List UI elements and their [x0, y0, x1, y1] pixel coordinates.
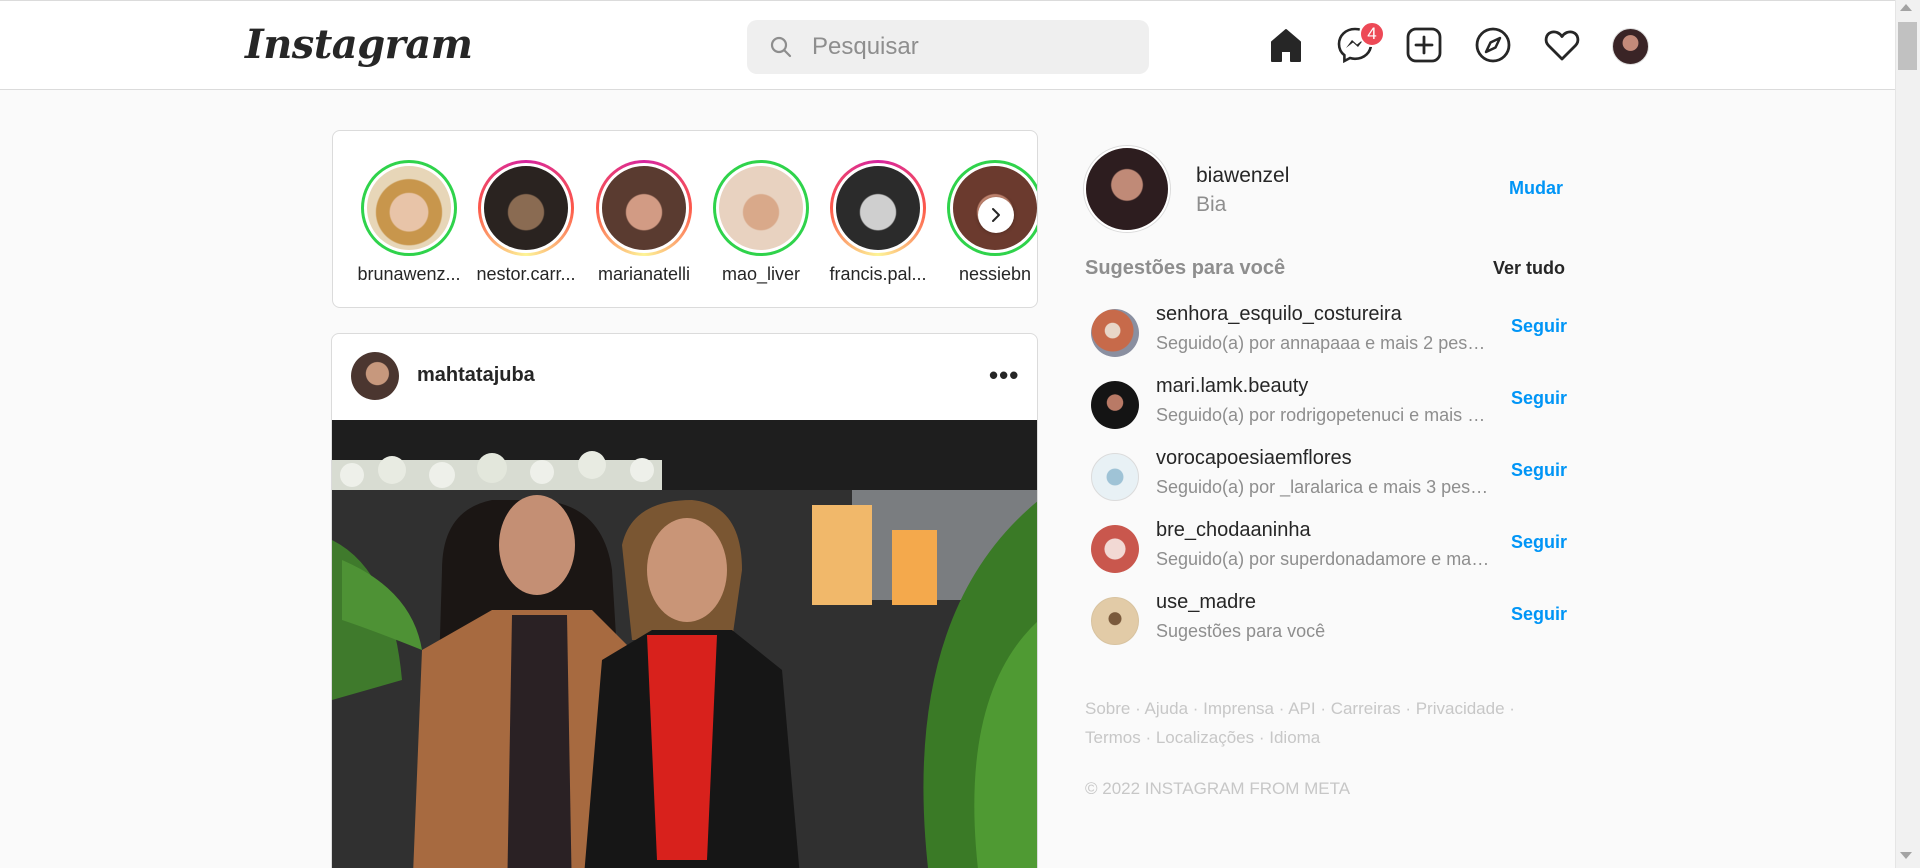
home-icon[interactable] [1266, 25, 1306, 65]
suggestion-subtitle: Seguido(a) por rodrigopetenuci e mais 1.… [1156, 405, 1492, 425]
notification-badge: 4 [1359, 21, 1385, 47]
current-user-username[interactable]: biawenzel [1196, 164, 1289, 188]
story-ring [478, 160, 574, 256]
follow-button[interactable]: Seguir [1511, 388, 1567, 409]
story-avatar [481, 163, 571, 253]
activity-heart-icon[interactable] [1542, 25, 1582, 65]
story-avatar [599, 163, 689, 253]
follow-button[interactable]: Seguir [1511, 604, 1567, 625]
scrollbar-thumb[interactable] [1898, 22, 1917, 70]
footer-link-language[interactable]: Idioma [1269, 728, 1320, 747]
instagram-logo[interactable]: Instagram [245, 21, 473, 68]
story-username: brunawenz... [357, 264, 461, 284]
more-options-icon[interactable]: ••• [989, 360, 1019, 391]
see-all-link[interactable]: Ver tudo [1493, 258, 1565, 279]
story-item[interactable]: marianatelli [589, 160, 699, 285]
story-username: mao_liver [721, 264, 801, 284]
search-input[interactable] [812, 20, 1132, 74]
story-ring [830, 160, 926, 256]
scrollbar-track[interactable] [1895, 0, 1920, 868]
story-ring [713, 160, 809, 256]
copyright-text: © 2022 INSTAGRAM FROM META [1085, 779, 1351, 798]
story-username: nestor.carr... [476, 264, 576, 284]
story-username: nessiebn [958, 264, 1032, 284]
suggestion-row: bre_chodaaninha Seguido(a) por superdona… [1091, 519, 1567, 579]
follow-button[interactable]: Seguir [1511, 532, 1567, 553]
footer-link-help[interactable]: Ajuda [1145, 699, 1188, 718]
footer-link-locations[interactable]: Localizações [1156, 728, 1254, 747]
post-photo-graphic [332, 420, 1037, 868]
suggestion-row: senhora_esquilo_costureira Seguido(a) po… [1091, 303, 1567, 363]
suggestion-avatar[interactable] [1091, 525, 1139, 573]
stories-tray: brunawenz... nestor.carr... marianatelli… [332, 130, 1038, 308]
story-ring [596, 160, 692, 256]
story-item[interactable]: mao_liver [706, 160, 816, 285]
suggestion-subtitle: Sugestões para você [1156, 621, 1326, 641]
story-avatar [716, 163, 806, 253]
story-ring [361, 160, 457, 256]
suggestion-avatar[interactable] [1091, 597, 1139, 645]
follow-button[interactable]: Seguir [1511, 460, 1567, 481]
suggestion-subtitle: Seguido(a) por annapaaa e mais 2 pessoas [1156, 333, 1492, 353]
post-author-username[interactable]: mahtatajuba [417, 364, 535, 387]
suggestion-username[interactable]: use_madre [1156, 591, 1256, 614]
feed-post: mahtatajuba ••• [331, 333, 1038, 868]
search-box[interactable] [747, 20, 1149, 74]
chevron-right-icon [992, 208, 1000, 222]
suggestion-username[interactable]: vorocapoesiaemflores [1156, 447, 1352, 470]
story-avatar [364, 163, 454, 253]
footer-link-press[interactable]: Imprensa [1203, 699, 1274, 718]
suggestion-row: use_madre Sugestões para você Seguir [1091, 591, 1567, 651]
suggestion-subtitle: Seguido(a) por superdonadamore e mais... [1156, 549, 1492, 569]
footer-link-privacy[interactable]: Privacidade [1416, 699, 1505, 718]
suggestion-subtitle: Seguido(a) por _laralarica e mais 3 pess… [1156, 477, 1492, 497]
switch-account-button[interactable]: Mudar [1509, 178, 1563, 199]
story-item[interactable]: nestor.carr... [471, 160, 581, 285]
suggestion-avatar[interactable] [1091, 381, 1139, 429]
profile-avatar-nav[interactable] [1612, 28, 1649, 65]
footer-link-terms[interactable]: Termos [1085, 728, 1141, 747]
story-username: marianatelli [597, 264, 691, 284]
scroll-down-arrow-icon[interactable] [1900, 852, 1912, 859]
suggestion-row: vorocapoesiaemflores Seguido(a) por _lar… [1091, 447, 1567, 507]
suggestion-username[interactable]: bre_chodaaninha [1156, 519, 1311, 542]
explore-compass-icon[interactable] [1473, 25, 1513, 65]
suggestion-avatar[interactable] [1091, 309, 1139, 357]
post-photo[interactable] [332, 420, 1037, 868]
story-username: francis.pal... [829, 264, 927, 284]
new-post-icon[interactable] [1404, 25, 1444, 65]
footer-link-about[interactable]: Sobre [1085, 699, 1130, 718]
follow-button[interactable]: Seguir [1511, 316, 1567, 337]
top-navigation: Instagram 4 [0, 0, 1895, 90]
search-icon [770, 36, 792, 58]
suggestion-username[interactable]: mari.lamk.beauty [1156, 375, 1308, 398]
suggestions-heading: Sugestões para você [1085, 257, 1286, 279]
story-item[interactable]: brunawenz... [354, 160, 464, 285]
post-author-avatar[interactable] [351, 352, 399, 400]
story-item[interactable]: francis.pal... [823, 160, 933, 285]
footer-links: Sobre · Ajuda · Imprensa · API · Carreir… [1085, 699, 1515, 747]
suggestion-row: mari.lamk.beauty Seguido(a) por rodrigop… [1091, 375, 1567, 435]
story-avatar [833, 163, 923, 253]
current-user-avatar[interactable] [1084, 146, 1170, 232]
scroll-up-arrow-icon[interactable] [1900, 4, 1912, 11]
footer-link-jobs[interactable]: Carreiras [1331, 699, 1401, 718]
stories-next-button[interactable] [978, 197, 1014, 233]
current-user-name: Bia [1196, 193, 1227, 216]
footer-link-api[interactable]: API [1288, 699, 1315, 718]
suggestion-avatar[interactable] [1091, 453, 1139, 501]
suggestion-username[interactable]: senhora_esquilo_costureira [1156, 303, 1402, 326]
